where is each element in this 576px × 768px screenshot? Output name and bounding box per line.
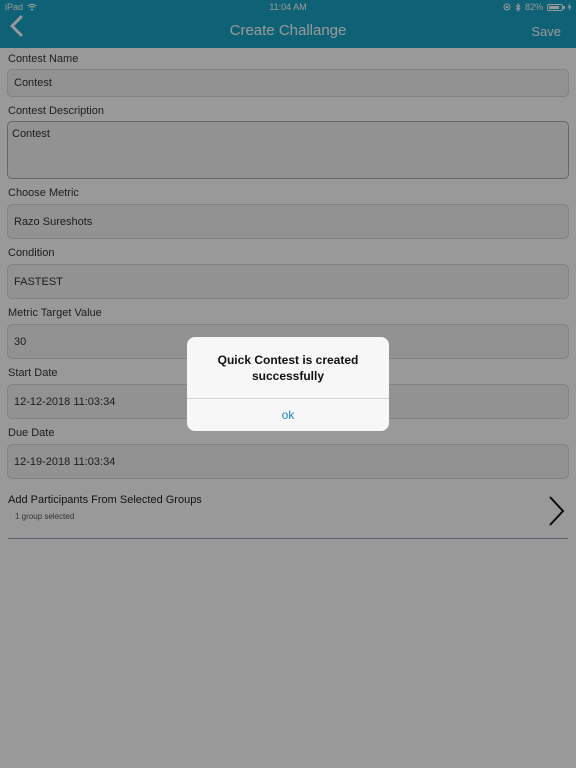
ok-button[interactable]: ok	[187, 399, 389, 431]
alert-message: Quick Contest is created successfully	[217, 353, 359, 383]
success-alert: Quick Contest is created successfully ok	[187, 337, 389, 431]
